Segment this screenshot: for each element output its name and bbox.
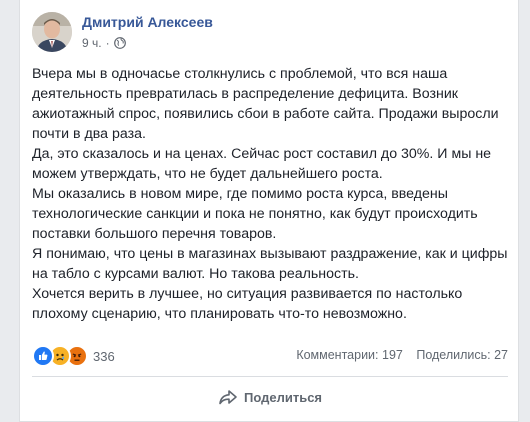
post-card: Дмитрий Алексеев 9 ч. · Вчера мы в одноч… xyxy=(19,0,519,422)
share-button[interactable]: Поделиться xyxy=(32,381,508,413)
post-stats: 336 Комментарии: 197 Поделились: 27 xyxy=(32,345,508,367)
post-meta: 9 ч. · xyxy=(82,36,126,50)
engagement-counts: Комментарии: 197 Поделились: 27 xyxy=(286,348,508,362)
post-paragraph: Мы оказались в новом мире, где помимо ро… xyxy=(32,186,478,242)
post-header: Дмитрий Алексеев 9 ч. · xyxy=(32,12,492,58)
shares-count[interactable]: Поделились: 27 xyxy=(416,348,508,362)
post-paragraph: Вчера мы в одночасье столкнулись с пробл… xyxy=(32,66,499,142)
author-name[interactable]: Дмитрий Алексеев xyxy=(82,14,213,30)
reactions-summary[interactable]: 336 xyxy=(32,345,115,367)
action-divider xyxy=(32,376,508,377)
post-paragraph: Я понимаю, что цены в магазинах вызывают… xyxy=(32,246,508,282)
like-reaction-icon xyxy=(32,345,54,367)
post-body: Вчера мы в одночасье столкнулись с пробл… xyxy=(32,64,508,324)
reaction-count[interactable]: 336 xyxy=(93,349,115,364)
share-label: Поделиться xyxy=(243,389,323,405)
post-paragraph: Хочется верить в лучшее, но ситуация раз… xyxy=(32,286,463,322)
post-time[interactable]: 9 ч. xyxy=(82,36,102,50)
author-avatar[interactable] xyxy=(32,12,72,52)
post-paragraph: Да, это сказалось и на ценах. Сейчас рос… xyxy=(32,146,492,182)
share-arrow-icon xyxy=(219,390,237,405)
meta-separator: · xyxy=(105,36,110,50)
globe-icon[interactable] xyxy=(113,37,126,49)
avatar-photo xyxy=(32,12,72,52)
comments-count[interactable]: Комментарии: 197 xyxy=(296,348,403,362)
